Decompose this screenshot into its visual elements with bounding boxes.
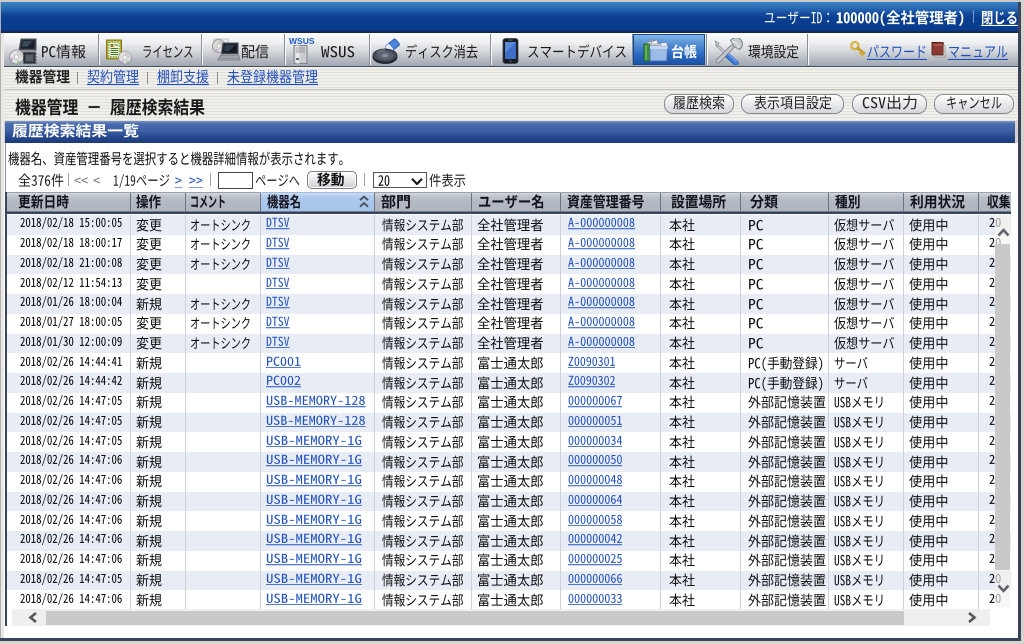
svg-text:WSUS: WSUS [289, 36, 315, 46]
